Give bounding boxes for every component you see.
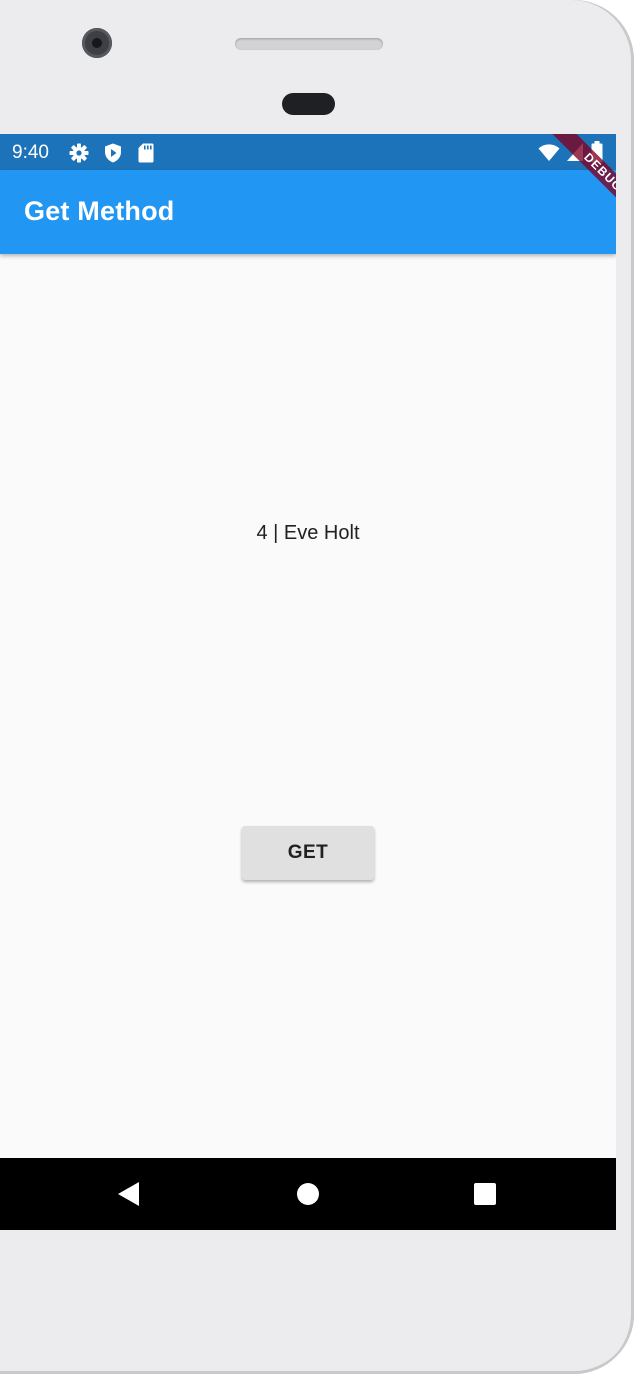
debug-banner-label: DEBUG — [543, 134, 616, 232]
nav-back-button[interactable] — [88, 1158, 168, 1230]
status-time: 9:40 — [12, 142, 49, 163]
app-bar: Get Method — [0, 170, 616, 254]
nav-recents-button[interactable] — [445, 1158, 525, 1230]
get-button-label: GET — [287, 842, 329, 863]
recents-icon — [474, 1183, 496, 1205]
phone-screen: 9:40 Get Method DEBUG 4 | Eve Holt GET — [0, 134, 616, 1230]
front-camera — [82, 28, 112, 58]
earpiece-speaker — [235, 38, 383, 50]
navigation-bar — [0, 1158, 616, 1230]
page-title: Get Method — [24, 196, 175, 226]
back-icon — [118, 1182, 139, 1206]
nav-home-button[interactable] — [268, 1158, 348, 1230]
device-frame: 9:40 Get Method DEBUG 4 | Eve Holt GET — [0, 0, 634, 1374]
status-bar: 9:40 — [0, 134, 616, 170]
home-icon — [297, 1183, 319, 1205]
debug-banner: DEBUG — [528, 134, 616, 234]
get-button[interactable]: GET — [242, 826, 374, 880]
sd-card-icon — [138, 143, 154, 168]
proximity-sensor — [282, 93, 335, 115]
settings-icon — [69, 143, 89, 168]
result-text: 4 | Eve Holt — [256, 522, 360, 544]
shield-play-icon — [104, 143, 122, 168]
